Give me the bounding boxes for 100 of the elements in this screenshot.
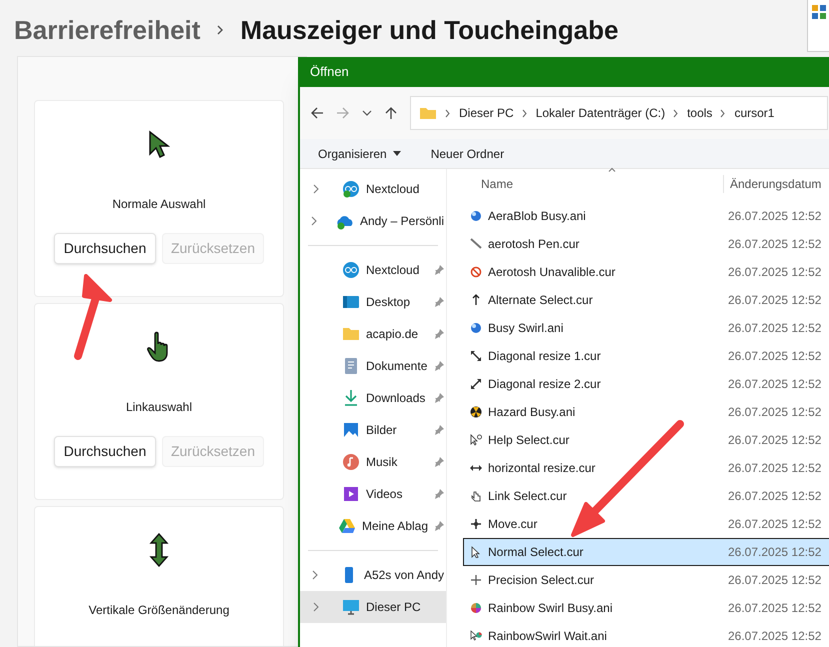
drive-icon [338,517,356,535]
sidebar-label: Videos [366,486,404,503]
caret-icon [392,151,401,156]
file-row[interactable]: Rainbow Swirl Busy.ani 26.07.2025 12:52 [463,594,829,622]
file-row[interactable]: RainbowSwirl Wait.ani 26.07.2025 12:52 [463,622,829,647]
sidebar-item[interactable]: Dokumente [300,350,446,382]
music-icon [342,453,360,471]
sidebar-item[interactable]: Nextcloud [300,254,446,286]
file-date: 26.07.2025 12:52 [728,292,822,309]
sidebar-label: Desktop [366,294,412,311]
sidebar-label: Meine Ablag [362,518,428,535]
file-row[interactable]: Precision Select.cur 26.07.2025 12:52 [463,566,829,594]
sidebar-label: Downloads [366,390,426,407]
sidebar-label: acapio.de [366,326,420,343]
file-row[interactable]: aerotosh Pen.cur 26.07.2025 12:52 [463,230,829,258]
file-name: Move.cur [488,516,538,533]
action-button[interactable]: Durchsuchen [54,436,156,467]
file-blob-icon [470,322,482,334]
file-name: Busy Swirl.ani [488,320,564,337]
up-icon[interactable] [384,106,398,120]
cursor-label: Linkauswahl [126,399,192,416]
file-hazard-icon [470,406,482,418]
file-row[interactable]: Hazard Busy.ani 26.07.2025 12:52 [463,398,829,426]
file-name: Aerotosh Unavalible.cur [488,264,616,281]
file-row[interactable]: Move.cur 26.07.2025 12:52 [463,510,829,538]
sidebar-item[interactable]: acapio.de [300,318,446,350]
chevron-right-icon [216,24,224,36]
column-header[interactable]: Änderungsdatum [723,175,822,193]
sidebar-label: Nextcloud [366,181,420,198]
sidebar-item[interactable]: Nextcloud [300,173,446,205]
pictures-icon [342,421,360,439]
file-row[interactable]: Aerotosh Unavalible.cur 26.07.2025 12:52 [463,258,829,286]
sidebar-item[interactable]: Videos [300,478,446,510]
sidebar-item[interactable]: Downloads [300,382,446,414]
sidebar-item[interactable]: Andy – Persönli [300,205,446,237]
sidebar-label: Andy – Persönli [360,213,444,230]
sidebar-item[interactable]: Meine Ablag [300,510,446,542]
sidebar-item[interactable]: A52s von Andy [300,559,446,591]
file-name: Diagonal resize 1.cur [488,348,602,365]
action-button[interactable]: Durchsuchen [54,233,156,264]
file-date: 26.07.2025 12:52 [728,264,822,281]
file-pointer-icon [470,546,482,558]
chevron-right-icon [522,108,528,118]
command-button[interactable]: Neuer Ordner [430,144,504,162]
file-row[interactable]: AeraBlob Busy.ani 26.07.2025 12:52 [463,202,829,230]
file-name: Link Select.cur [488,488,568,505]
file-row[interactable]: Alternate Select.cur 26.07.2025 12:52 [463,286,829,314]
file-name: aerotosh Pen.cur [488,236,580,253]
file-pen-icon [470,238,482,250]
sidebar-item[interactable]: Bilder [300,414,446,446]
sort-caret-icon [608,167,616,172]
breadcrumb-item[interactable]: Barrierefreiheit [14,10,200,50]
chevron-right-icon [673,108,680,118]
breadcrumb-item: Mauszeiger und Toucheingabe [240,14,618,46]
chevron-down-icon[interactable] [362,108,372,118]
sidebar-label: A52s von Andy [364,567,444,584]
sidebar-item[interactable]: Dieser PC [300,591,446,623]
file-name: Precision Select.cur [488,572,596,589]
sidebar-item[interactable]: Desktop [300,286,446,318]
chevron-right-icon [310,216,318,226]
command-button[interactable]: Organisieren [318,144,401,162]
file-date: 26.07.2025 12:52 [728,432,822,449]
sidebar-label: Musik [366,454,398,471]
file-name: Help Select.cur [488,432,570,449]
breadcrumb-segment[interactable]: Lokaler Datenträger (C:) [536,104,666,122]
breadcrumb-segment[interactable]: cursor1 [734,104,774,122]
file-rainbow-icon [470,602,482,614]
file-date: 26.07.2025 12:52 [728,516,822,533]
file-row[interactable]: Normal Select.cur 26.07.2025 12:52 [463,538,829,566]
file-date: 26.07.2025 12:52 [728,600,822,617]
file-date: 26.07.2025 12:52 [728,376,822,393]
file-row[interactable]: Diagonal resize 2.cur 26.07.2025 12:52 [463,370,829,398]
file-diag1-icon [470,350,482,362]
file-row[interactable]: Link Select.cur 26.07.2025 12:52 [463,482,829,510]
breadcrumb-segment[interactable]: Dieser PC [459,104,514,122]
nextcloud-sync-icon [342,180,360,198]
file-name: Normal Select.cur [488,544,584,561]
file-row[interactable]: Diagonal resize 1.cur 26.07.2025 12:52 [463,342,829,370]
file-name: Alternate Select.cur [488,292,594,309]
file-cross-icon [470,574,482,586]
file-hresize-icon [470,462,482,474]
sidebar-label: Dokumente [366,358,428,375]
desktop-icon [342,293,360,311]
file-row[interactable]: Help Select.cur 26.07.2025 12:52 [463,426,829,454]
cursor-label: Vertikale Größenänderung [88,602,230,619]
column-header[interactable]: Name [463,175,723,193]
file-date: 26.07.2025 12:52 [728,628,822,645]
file-row[interactable]: horizontal resize.cur 26.07.2025 12:52 [463,454,829,482]
back-icon[interactable] [310,106,324,120]
file-move-icon [470,518,482,530]
address-bar[interactable]: Dieser PC Lokaler Datenträger (C:) tools cursor1 [410,96,828,130]
documents-icon [342,357,360,375]
window-title: Öffnen [310,63,349,82]
file-hand-icon [470,490,482,502]
file-date: 26.07.2025 12:52 [728,572,822,589]
file-name: horizontal resize.cur [488,460,596,477]
file-rainbowwait-icon [470,630,482,642]
file-row[interactable]: Busy Swirl.ani 26.07.2025 12:52 [463,314,829,342]
sidebar-item[interactable]: Musik [300,446,446,478]
breadcrumb-segment[interactable]: tools [687,104,712,122]
